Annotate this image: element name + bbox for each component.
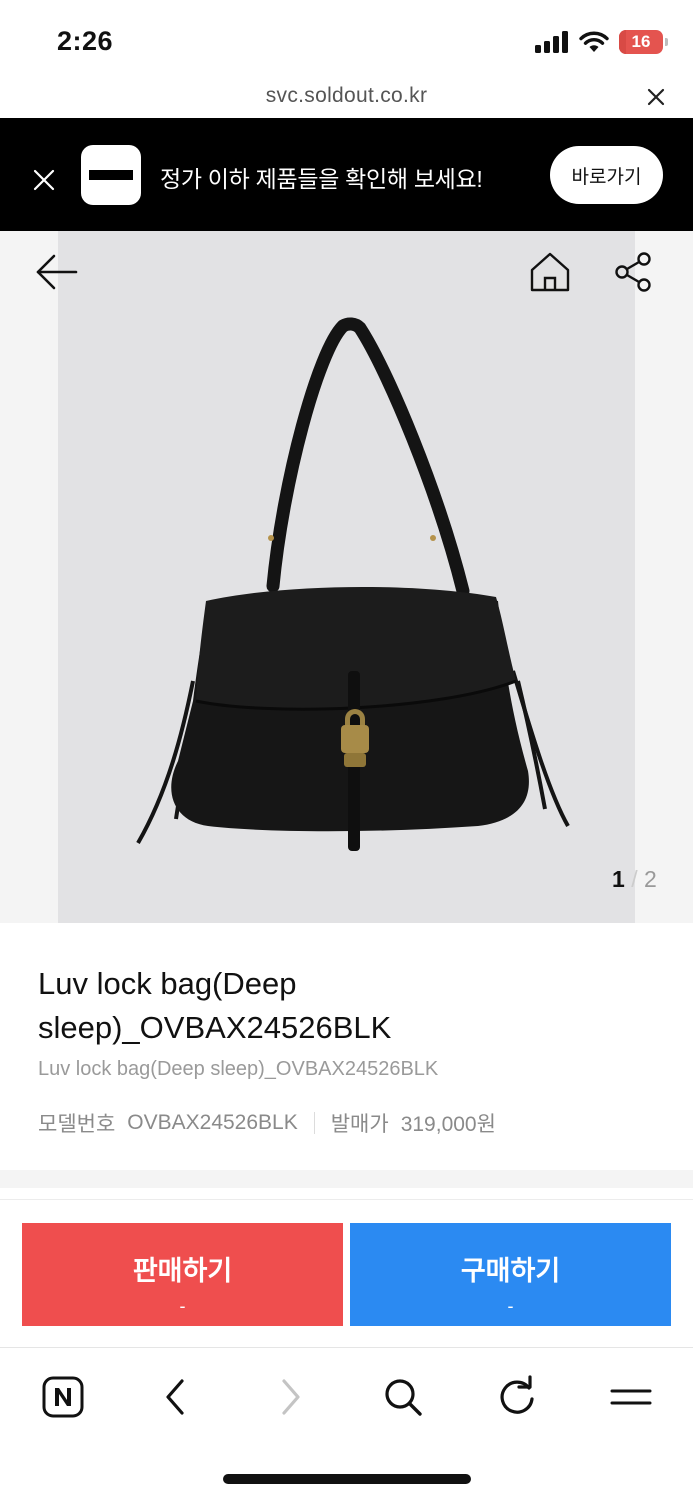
- status-icons: 16: [535, 30, 668, 54]
- image-pager: 1 / 2: [612, 866, 657, 893]
- back-icon[interactable]: [150, 1372, 200, 1422]
- release-price-value: 319,000원: [400, 1113, 496, 1136]
- battery-percent: 16: [631, 32, 651, 51]
- pager-current: 1: [612, 866, 625, 892]
- back-arrow-icon[interactable]: [34, 252, 80, 292]
- model-number-value: OVBAX24526BLK: [127, 1111, 298, 1134]
- model-number-label: 모델번호: [38, 1113, 116, 1136]
- status-time: 2:26: [57, 26, 114, 56]
- soldout-logo: [81, 145, 141, 205]
- refresh-icon[interactable]: [492, 1372, 542, 1422]
- home-icon[interactable]: [528, 250, 572, 294]
- close-icon[interactable]: [645, 86, 667, 108]
- url-bar[interactable]: svc.soldout.co.kr: [0, 80, 693, 118]
- wifi-icon: [579, 31, 609, 52]
- home-indicator[interactable]: [223, 1474, 471, 1484]
- menu-icon[interactable]: [606, 1372, 656, 1422]
- product-image[interactable]: [58, 231, 635, 923]
- bag-illustration: [136, 317, 570, 851]
- product-subtitle: Luv lock bag(Deep sleep)_OVBAX24526BLK: [38, 1058, 439, 1080]
- sell-button-price: -: [179, 1295, 186, 1316]
- signal-icon: [535, 31, 568, 53]
- naver-icon[interactable]: [38, 1372, 88, 1422]
- product-title: Luv lock bag(Deep sleep)_OVBAX24526BLK: [38, 966, 392, 1045]
- divider: [0, 1199, 693, 1200]
- product-meta: 모델번호 OVBAX24526BLK 발매가 319,000원: [38, 1108, 496, 1138]
- pager-separator: /: [631, 866, 638, 892]
- section-divider: [0, 1170, 693, 1188]
- promo-banner: 정가 이하 제품들을 확인해 보세요! 바로가기: [0, 118, 693, 231]
- close-icon[interactable]: [32, 168, 56, 192]
- sell-button-label: 판매하기: [132, 1255, 233, 1286]
- release-price-label: 발매가: [330, 1113, 389, 1136]
- buy-button-label: 구매하기: [460, 1255, 561, 1286]
- status-bar: 2:26 16: [0, 0, 693, 80]
- battery-icon: 16: [619, 30, 668, 54]
- buy-button-price: -: [507, 1295, 514, 1316]
- promo-go-button[interactable]: 바로가기: [550, 146, 663, 204]
- buy-button[interactable]: 구매하기 -: [350, 1223, 671, 1326]
- pager-total: 2: [643, 866, 657, 892]
- search-icon[interactable]: [378, 1372, 428, 1422]
- share-icon[interactable]: [612, 250, 656, 294]
- url-text[interactable]: svc.soldout.co.kr: [0, 84, 693, 108]
- promo-text: 정가 이하 제품들을 확인해 보세요!: [160, 166, 483, 192]
- product-gallery[interactable]: 1 / 2: [0, 231, 693, 923]
- meta-divider: [313, 1112, 315, 1134]
- sell-button[interactable]: 판매하기 -: [22, 1223, 343, 1326]
- forward-icon[interactable]: [266, 1372, 316, 1422]
